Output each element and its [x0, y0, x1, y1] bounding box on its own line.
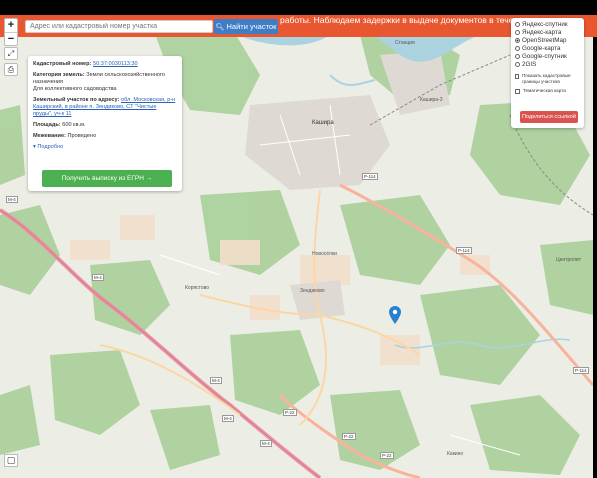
radio-selected-icon[interactable]	[515, 37, 520, 43]
show-borders-label: Показать кадастровые границы участков	[521, 73, 571, 84]
map-label-stantsiya: Станция	[395, 40, 415, 46]
zoom-control: + −	[4, 18, 18, 46]
usage-value: Для коллективного садоводства	[33, 86, 117, 92]
share-link-button[interactable]: Поделиться ссылкой	[520, 111, 578, 123]
road-shield-r114: P-114	[573, 367, 589, 374]
search-button[interactable]: 🔍︎ Найти участок	[214, 19, 278, 34]
fullscreen-button[interactable]: ⤢	[4, 47, 18, 60]
caret-down-icon: ▾	[33, 144, 36, 150]
cadastral-number-link[interactable]: 50:37:0030113:30	[93, 61, 138, 67]
layer-square-button[interactable]: ▢	[4, 454, 18, 467]
area-label: Площадь:	[33, 122, 61, 128]
radio-icon[interactable]	[515, 61, 520, 67]
category-label: Категория земель:	[33, 72, 85, 78]
map-label-kashira3: Кашира-3	[420, 97, 443, 103]
road-shield-r114: P-114	[362, 173, 378, 180]
layer-option-label: Google-спутник	[522, 53, 567, 60]
layer-option-google-satellite[interactable]: Google-спутник	[515, 53, 580, 61]
road-shield-m4: М-4	[222, 415, 234, 422]
radio-icon[interactable]	[515, 53, 520, 59]
map-label-zendikovo: Зендиково	[300, 288, 325, 294]
layer-option-yandex-map[interactable]: Яндекс-карта	[515, 29, 580, 37]
search-button-label: Найти участок	[226, 22, 277, 31]
details-label: Подробно	[37, 144, 64, 150]
layer-option-label: Google-карта	[522, 45, 561, 52]
area-value: 600 кв.м.	[62, 122, 86, 128]
road-shield-r22: P-22	[380, 452, 394, 459]
layer-option-label: 2GIS	[522, 61, 537, 68]
radio-icon[interactable]	[515, 29, 520, 35]
survey-value: Проведено	[67, 133, 97, 139]
show-borders-checkbox-row[interactable]: Показать кадастровые границы участков	[515, 73, 580, 84]
road-shield-r22: P-22	[342, 433, 356, 440]
road-shield-m4: М-4	[6, 196, 18, 203]
egrn-button[interactable]: Получить выписку из ЕГРН →	[42, 170, 172, 187]
road-shield-m4: М-4	[260, 440, 272, 447]
layer-option-label: Яндекс-спутник	[522, 21, 568, 28]
road-shield-r22: P-22	[283, 409, 297, 416]
layer-option-google-map[interactable]: Google-карта	[515, 45, 580, 53]
road-shield-m4: М-4	[92, 274, 104, 281]
layer-option-label: OpenStreetMap	[522, 37, 567, 44]
banner-message: работы. Наблюдаем задержки в выдаче доку…	[280, 15, 547, 25]
layer-option-2gis[interactable]: 2GIS	[515, 61, 580, 69]
map-label-kashira: Кашира	[312, 120, 334, 126]
map-label-koryastovo: Корястово	[185, 285, 210, 291]
radio-icon[interactable]	[515, 45, 520, 51]
road-shield-m4: М-4	[210, 377, 222, 384]
printer-icon: ⎙	[7, 65, 15, 74]
details-toggle[interactable]: ▾ Подробно	[33, 144, 177, 151]
map-label-novoselki: Новосёлки	[312, 251, 337, 257]
thematic-map-label: Тематическая карта	[523, 88, 566, 93]
layer-option-label: Яндекс-карта	[522, 29, 562, 36]
zoom-out-button[interactable]: −	[5, 32, 17, 45]
checkbox-icon[interactable]	[515, 74, 519, 79]
zoom-in-button[interactable]: +	[5, 19, 17, 32]
search-input[interactable]	[25, 20, 213, 33]
square-icon: ▢	[6, 455, 16, 465]
thematic-map-checkbox-row[interactable]: Тематическая карта	[515, 88, 580, 94]
location-marker-icon[interactable]	[389, 306, 401, 324]
layer-switcher: Яндекс-спутник Яндекс-карта OpenStreetMa…	[511, 18, 584, 128]
road-shield-r114: P-114	[456, 247, 472, 254]
survey-label: Межевание:	[33, 133, 66, 139]
checkbox-icon[interactable]	[515, 89, 520, 94]
map-label-tsentrolit: Центролит	[556, 257, 581, 263]
address-label: Земельный участок по адресу:	[33, 97, 120, 103]
print-button[interactable]: ⎙	[4, 63, 18, 76]
parcel-info-panel: Кадастровый номер: 50:37:0030113:30 Кате…	[28, 56, 182, 191]
cadastral-label: Кадастровый номер:	[33, 61, 92, 67]
expand-icon: ⤢	[7, 49, 15, 58]
radio-icon[interactable]	[515, 21, 520, 27]
search-icon: 🔍︎	[215, 24, 225, 31]
layer-option-yandex-satellite[interactable]: Яндекс-спутник	[515, 21, 580, 29]
layer-option-osm[interactable]: OpenStreetMap	[515, 37, 580, 45]
map-label-kakino: Какино	[447, 451, 464, 457]
